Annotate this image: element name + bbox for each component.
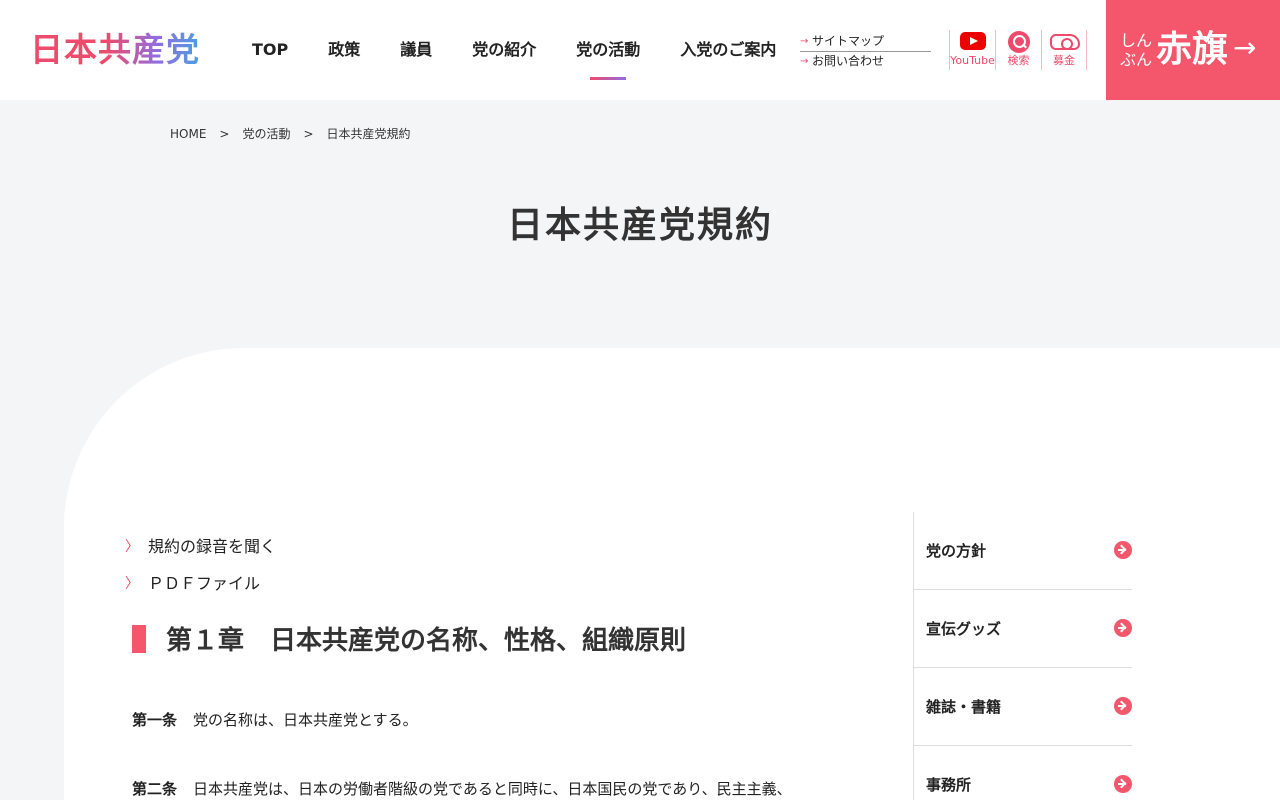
sidebar-item-books[interactable]: 雑誌・書籍 [914, 668, 1132, 746]
sidebar-item-label: 雑誌・書籍 [926, 698, 1002, 716]
donate-label: 募金 [1053, 54, 1075, 67]
nav-item-about[interactable]: 党の紹介 [452, 0, 556, 100]
nav-item-join[interactable]: 入党のご案内 [660, 0, 796, 100]
nav-item-top[interactable]: TOP [232, 0, 308, 100]
donate-icon [1050, 34, 1080, 50]
breadcrumb-current: 日本共産党規約 [326, 127, 411, 141]
chapter-heading: 第１章 日本共産党の名称、性格、組織原則 [132, 622, 686, 660]
breadcrumb-home[interactable]: HOME [170, 126, 206, 142]
breadcrumb: HOME > 党の活動 > 日本共産党規約 [170, 126, 411, 142]
audio-link[interactable]: 規約の録音を聞く [125, 536, 276, 558]
sidebar-item-goods[interactable]: 宣伝グッズ [914, 590, 1132, 668]
circle-arrow-icon [1114, 541, 1132, 559]
akahata-small-label: しんぶん [1120, 31, 1153, 69]
search-icon [1008, 31, 1030, 53]
circle-arrow-icon [1114, 619, 1132, 637]
sidebar-item-label: 宣伝グッズ [926, 620, 1002, 638]
article-text: 党の名称は、日本共産党とする。 [193, 711, 418, 729]
breadcrumb-parent[interactable]: 党の活動 [242, 126, 290, 142]
nav-item-policy[interactable]: 政策 [308, 0, 380, 100]
circle-arrow-icon [1114, 775, 1132, 793]
article-1: 第一条 党の名称は、日本共産党とする。 [132, 709, 418, 731]
circle-arrow-icon [1114, 697, 1132, 715]
contact-link[interactable]: お問い合わせ [800, 53, 931, 70]
arrow-right-icon: → [1233, 31, 1257, 64]
article-2: 第二条 日本共産党は、日本の労働者階級の党であると同時に、日本国民の党であり、民主… [132, 778, 792, 800]
nav-item-members[interactable]: 議員 [380, 0, 452, 100]
donate-button[interactable]: 募金 [1041, 30, 1087, 70]
main-nav: TOP 政策 議員 党の紹介 党の活動 入党のご案内 [232, 0, 796, 100]
youtube-label: YouTube [950, 54, 995, 67]
youtube-icon [960, 32, 986, 50]
search-label: 検索 [1007, 54, 1030, 67]
sidebar-item-label: 事務所 [926, 776, 972, 794]
resource-links: 規約の録音を聞く ＰＤＦファイル [125, 536, 276, 610]
article-label: 第一条 [132, 711, 178, 729]
article-text: 日本共産党は、日本の労働者階級の党であると同時に、日本国民の党であり、民主主義、 [193, 780, 792, 798]
nav-item-activities[interactable]: 党の活動 [556, 0, 660, 100]
header-sublinks: サイトマップ お問い合わせ [800, 33, 931, 70]
breadcrumb-separator: > [219, 127, 230, 141]
pdf-link[interactable]: ＰＤＦファイル [125, 573, 276, 595]
sidebar-item-label: 党の方針 [926, 542, 987, 560]
site-logo[interactable]: 日本共産党 [30, 30, 200, 70]
article-label: 第二条 [132, 780, 178, 798]
breadcrumb-separator: > [303, 127, 314, 141]
page-title: 日本共産党規約 [506, 205, 773, 246]
site-header: 日本共産党 TOP 政策 議員 党の紹介 党の活動 入党のご案内 サイトマップ … [0, 0, 1280, 100]
akahata-big-label: 赤旗 [1156, 28, 1229, 70]
sitemap-link[interactable]: サイトマップ [800, 33, 931, 52]
search-button[interactable]: 検索 [995, 30, 1041, 70]
sidebar-item-offices[interactable]: 事務所 [914, 746, 1132, 800]
sidebar-item-policy[interactable]: 党の方針 [914, 512, 1132, 590]
akahata-button[interactable]: しんぶん 赤旗 → [1106, 0, 1280, 100]
youtube-button[interactable]: YouTube [949, 30, 995, 70]
sidebar-menu: 党の方針 宣伝グッズ 雑誌・書籍 事務所 [913, 512, 1132, 800]
